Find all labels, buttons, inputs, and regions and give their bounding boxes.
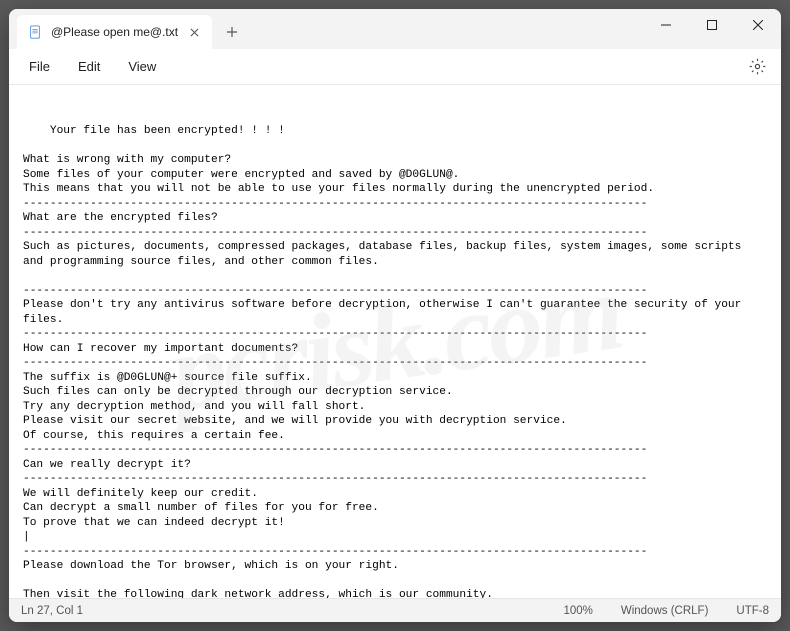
tab-title: @Please open me@.txt: [51, 25, 178, 39]
window-controls: [643, 9, 781, 49]
menubar: File Edit View: [9, 49, 781, 85]
document-text: Your file has been encrypted! ! ! ! What…: [23, 125, 748, 598]
file-icon: [27, 24, 43, 40]
maximize-button[interactable]: [689, 9, 735, 41]
line-ending[interactable]: Windows (CRLF): [621, 605, 709, 617]
text-content-area[interactable]: pcrisk.com Your file has been encrypted!…: [9, 85, 781, 598]
menu-view[interactable]: View: [116, 55, 168, 78]
zoom-level[interactable]: 100%: [563, 605, 592, 617]
cursor-position: Ln 27, Col 1: [21, 605, 563, 617]
notepad-window: @Please open me@.txt File Edit View: [9, 9, 781, 622]
settings-button[interactable]: [745, 55, 769, 79]
statusbar: Ln 27, Col 1 100% Windows (CRLF) UTF-8: [9, 598, 781, 622]
menu-edit[interactable]: Edit: [66, 55, 112, 78]
active-tab[interactable]: @Please open me@.txt: [17, 15, 212, 49]
minimize-button[interactable]: [643, 9, 689, 41]
encoding[interactable]: UTF-8: [736, 605, 769, 617]
menu-file[interactable]: File: [17, 55, 62, 78]
titlebar[interactable]: @Please open me@.txt: [9, 9, 781, 49]
tab-close-button[interactable]: [186, 24, 202, 40]
close-button[interactable]: [735, 9, 781, 41]
new-tab-button[interactable]: [216, 16, 248, 48]
